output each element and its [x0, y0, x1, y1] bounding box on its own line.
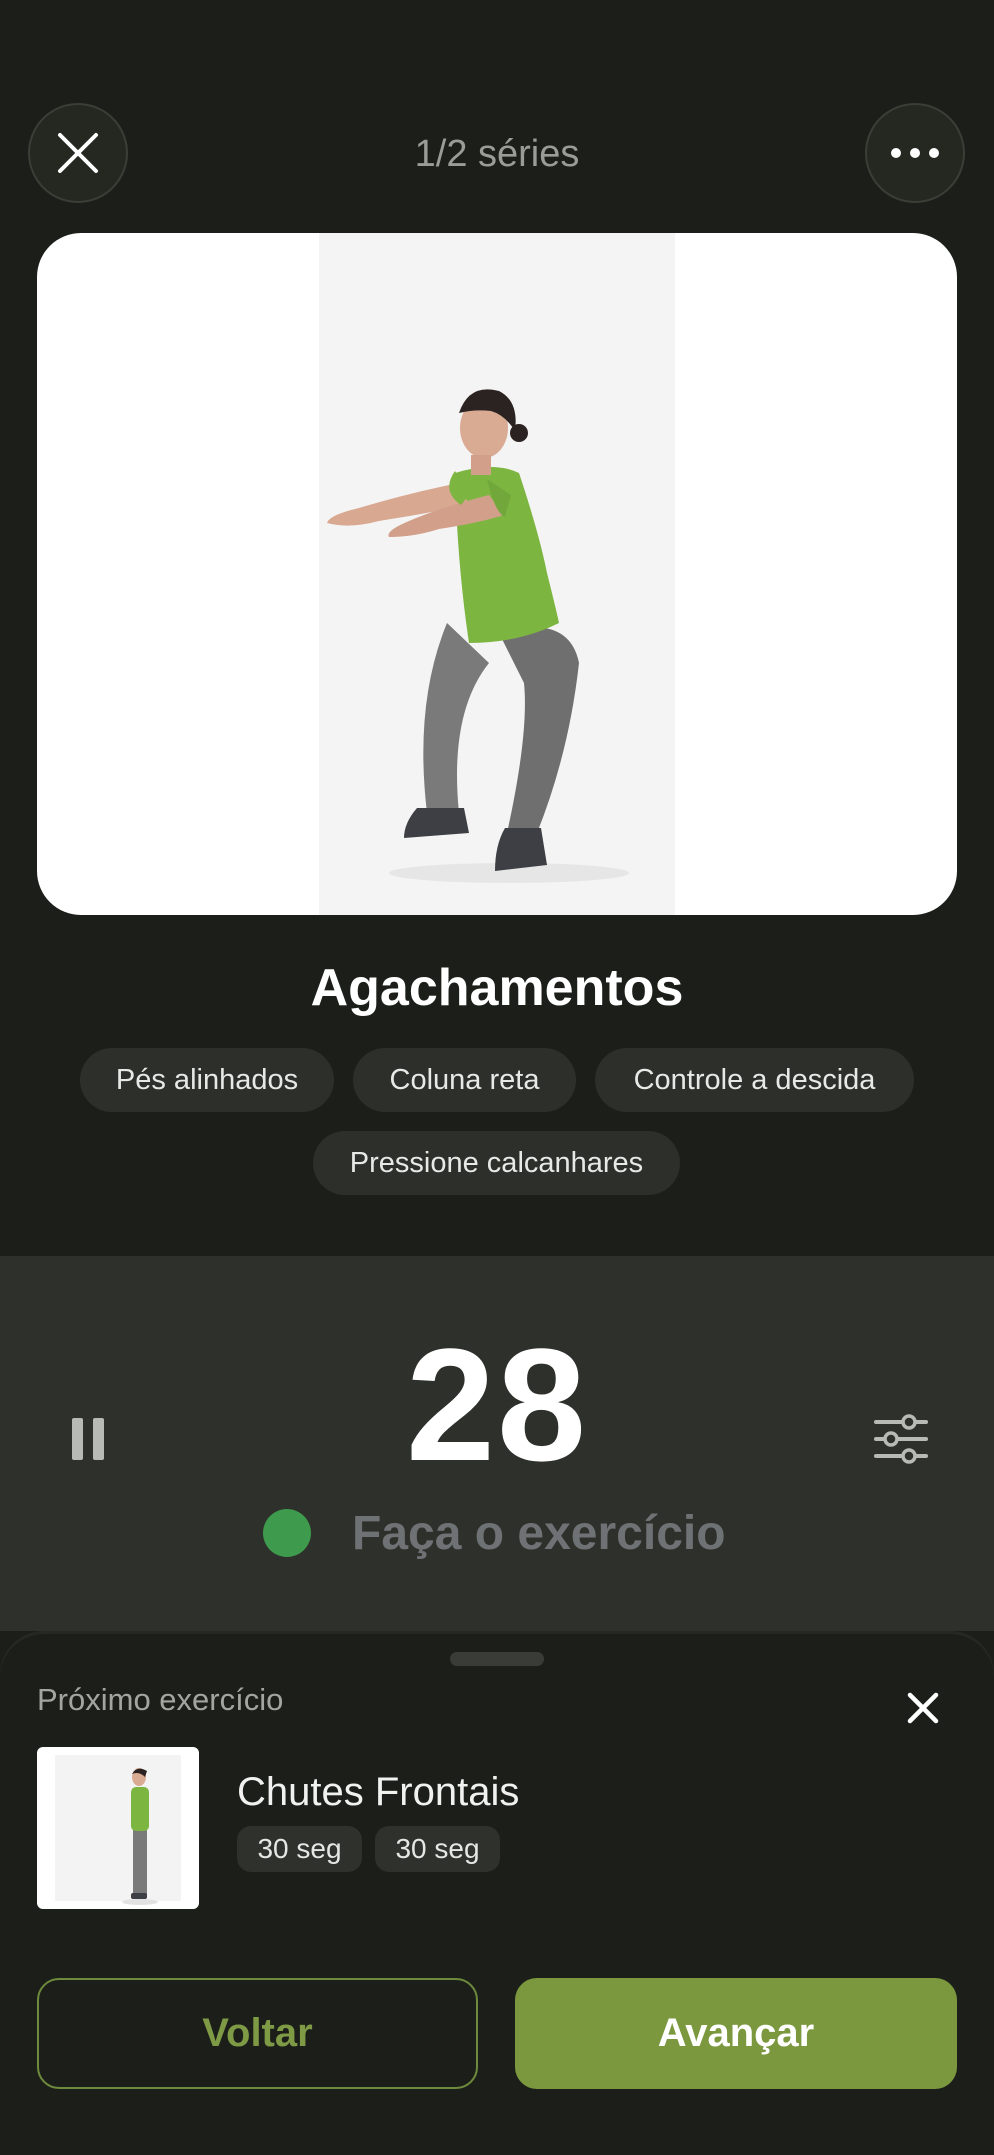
duration-pill: 30 seg	[375, 1826, 500, 1872]
sheet-drag-handle[interactable]	[450, 1652, 544, 1666]
forward-button[interactable]: Avançar	[515, 1978, 957, 2089]
timer-countdown: 28	[406, 1315, 588, 1494]
duration-pill: 30 seg	[237, 1826, 362, 1872]
next-exercise-label: Próximo exercício	[37, 1682, 284, 1717]
status-indicator-dot	[263, 1509, 311, 1557]
close-icon	[907, 1692, 939, 1724]
sliders-icon	[874, 1414, 928, 1464]
tag-chip: Pressione calcanhares	[313, 1131, 680, 1195]
next-exercise-thumbnail[interactable]	[37, 1747, 199, 1909]
back-button[interactable]: Voltar	[37, 1978, 478, 2089]
next-exercise-name: Chutes Frontais	[237, 1770, 520, 1814]
dismiss-next-button[interactable]	[905, 1690, 941, 1726]
status-text: Faça o exercício	[352, 1507, 726, 1560]
tag-chip: Pés alinhados	[80, 1048, 334, 1112]
more-options-button[interactable]	[865, 103, 965, 203]
tag-chip: Controle a descida	[595, 1048, 914, 1112]
series-counter: 1/2 séries	[414, 133, 580, 175]
exercise-title: Agachamentos	[310, 959, 684, 1017]
tag-chip: Coluna reta	[353, 1048, 576, 1112]
exercise-video[interactable]	[37, 233, 957, 915]
exercise-image	[319, 233, 675, 915]
more-dots-icon	[891, 148, 939, 158]
timer-settings-button[interactable]	[873, 1414, 929, 1464]
